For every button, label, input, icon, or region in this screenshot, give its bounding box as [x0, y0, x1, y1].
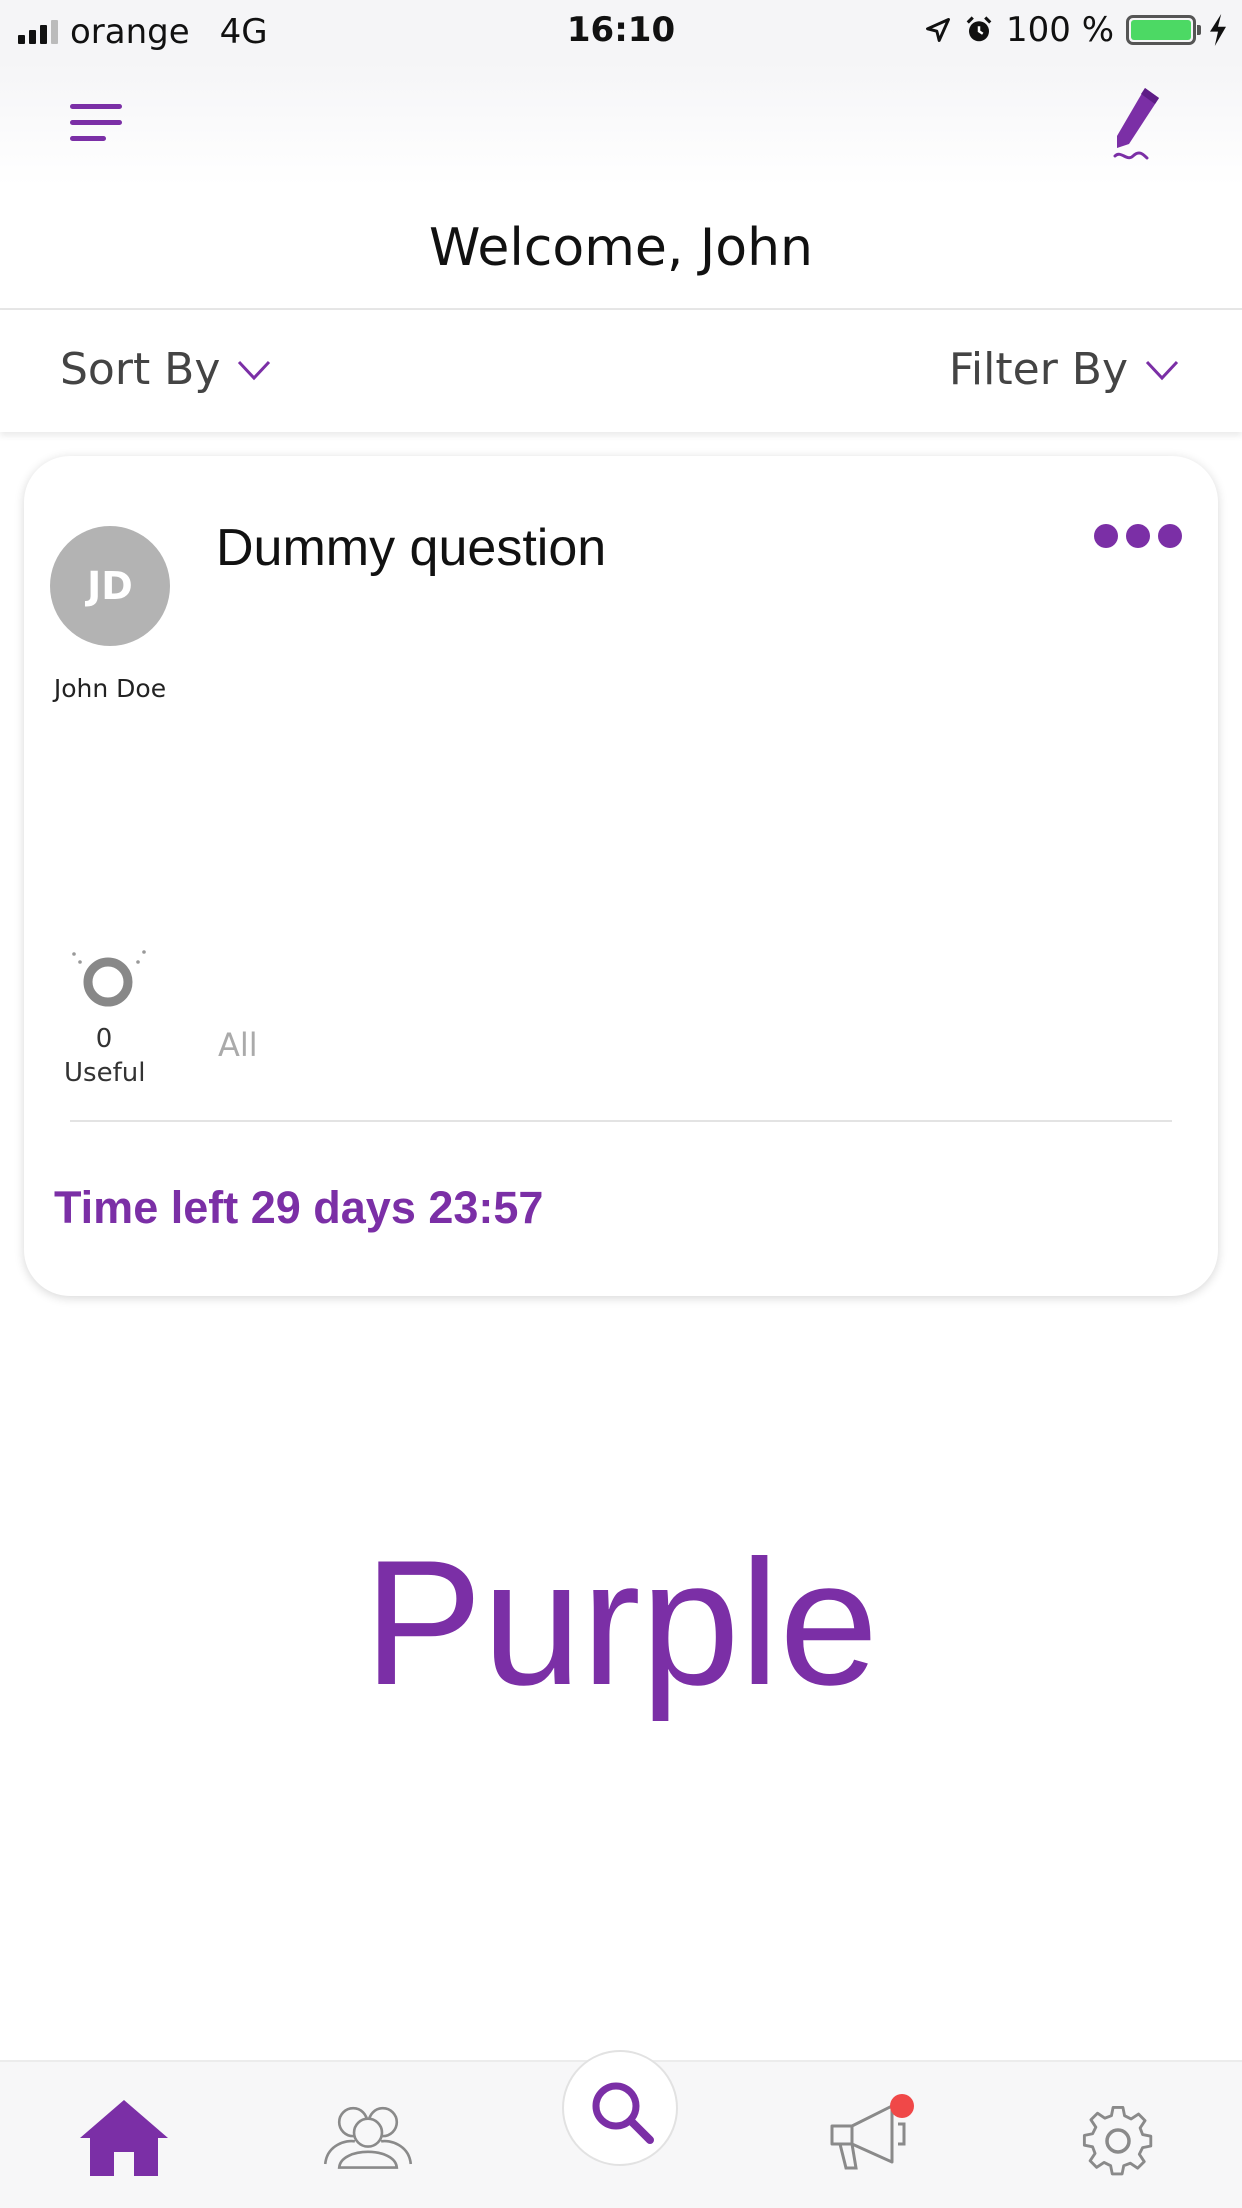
- useful-label: Useful: [64, 1058, 146, 1088]
- gear-icon: [1082, 2106, 1153, 2176]
- location-arrow-icon: [926, 18, 950, 42]
- sort-filter-bar: Sort By Filter By: [0, 310, 1242, 432]
- battery-fill: [1131, 20, 1191, 40]
- battery-icon: [1126, 15, 1201, 45]
- hamburger-menu-icon[interactable]: [70, 102, 124, 146]
- useful-count: 0: [95, 1024, 113, 1054]
- tab-people[interactable]: [320, 2092, 416, 2182]
- card-divider: [70, 1120, 1172, 1122]
- all-answers-link[interactable]: All: [218, 1026, 258, 1064]
- search-icon: [592, 2082, 654, 2144]
- welcome-title: Welcome, John: [0, 186, 1242, 310]
- alarm-clock-icon: [966, 16, 992, 42]
- notification-badge: [890, 2094, 914, 2118]
- people-icon: [323, 2106, 413, 2169]
- pencil-icon[interactable]: [1105, 84, 1165, 166]
- tab-settings[interactable]: [1070, 2092, 1166, 2182]
- bottom-tab-bar: [0, 2050, 1242, 2208]
- sort-by-dropdown[interactable]: Sort By: [60, 344, 272, 395]
- purple-watermark: Purple: [363, 1523, 879, 1722]
- status-right: 100 %: [924, 10, 1228, 50]
- app-header: [0, 62, 1242, 186]
- useful-lightbulb-icon[interactable]: [68, 946, 148, 1012]
- more-options-icon[interactable]: [1094, 524, 1182, 548]
- author-name: John Doe: [53, 674, 167, 703]
- filter-by-dropdown[interactable]: Filter By: [949, 344, 1180, 395]
- charging-bolt-icon: [1210, 14, 1226, 46]
- chevron-down-icon: [1145, 360, 1179, 380]
- chevron-down-icon: [238, 360, 271, 380]
- sort-by-label: Sort By: [60, 344, 221, 395]
- battery-percent: 100 %: [1005, 10, 1114, 50]
- home-icon: [80, 2100, 168, 2176]
- filter-by-label: Filter By: [948, 344, 1128, 395]
- tab-home[interactable]: [76, 2092, 172, 2182]
- question-title[interactable]: Dummy question: [216, 518, 606, 578]
- time-left: Time left 29 days 23:57: [54, 1182, 544, 1233]
- status-bar: orange 4G 16:10 100 %: [0, 0, 1242, 62]
- question-card[interactable]: JD John Doe Dummy question 0 Useful All …: [24, 456, 1218, 1296]
- tab-search[interactable]: [562, 2050, 678, 2166]
- avatar[interactable]: JD: [50, 526, 170, 646]
